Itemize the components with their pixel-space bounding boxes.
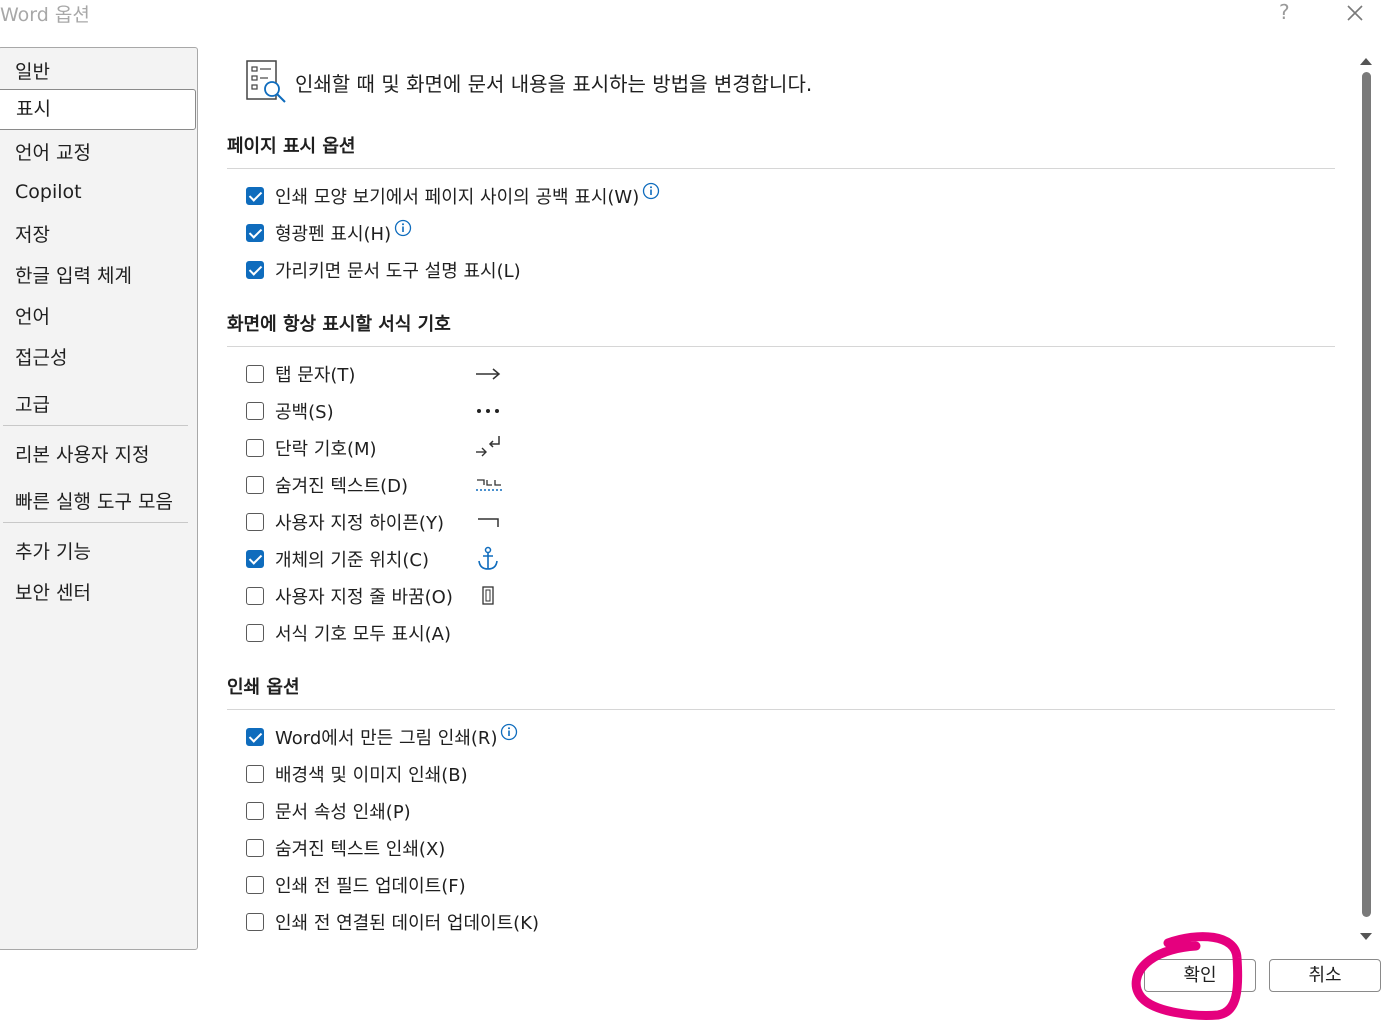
option-spaces[interactable]: 공백(S) bbox=[246, 400, 334, 423]
line-break-icon bbox=[482, 586, 494, 605]
ok-button[interactable]: 확인 bbox=[1144, 959, 1256, 992]
sidebar-item-save[interactable]: 저장 bbox=[15, 220, 50, 247]
sidebar-item-proofing[interactable]: 언어 교정 bbox=[15, 138, 91, 165]
anchor-icon bbox=[478, 546, 498, 570]
option-label: 숨겨진 텍스트(D) bbox=[275, 476, 408, 497]
section-divider bbox=[227, 168, 1335, 169]
checkbox[interactable] bbox=[246, 839, 264, 857]
paragraph-mark-icon bbox=[476, 436, 500, 457]
option-hidden-text[interactable]: 숨겨진 텍스트(D) bbox=[246, 474, 408, 497]
sidebar-item-customize-ribbon[interactable]: 리본 사용자 지정 bbox=[15, 440, 149, 467]
info-icon[interactable] bbox=[642, 182, 660, 200]
display-options-icon bbox=[246, 60, 286, 103]
option-label: 탭 문자(T) bbox=[275, 365, 356, 386]
option-update-fields[interactable]: 인쇄 전 필드 업데이트(F) bbox=[246, 874, 466, 897]
checkbox[interactable] bbox=[246, 802, 264, 820]
sidebar-item-add-ins[interactable]: 추가 기능 bbox=[15, 537, 91, 564]
option-label: 인쇄 모양 보기에서 페이지 사이의 공백 표시(W) bbox=[275, 187, 640, 208]
option-label: 배경색 및 이미지 인쇄(B) bbox=[275, 765, 468, 786]
option-label: 공백(S) bbox=[275, 402, 334, 423]
option-label: 사용자 지정 하이픈(Y) bbox=[275, 513, 444, 534]
sidebar-item-advanced[interactable]: 고급 bbox=[15, 390, 50, 417]
sidebar-separator bbox=[3, 522, 188, 523]
option-label: 개체의 기준 위치(C) bbox=[275, 550, 429, 571]
cancel-button[interactable]: 취소 bbox=[1269, 959, 1381, 992]
option-label: 서식 기호 모두 표시(A) bbox=[275, 624, 452, 645]
option-tab-characters[interactable]: 탭 문자(T) bbox=[246, 363, 356, 386]
checkbox[interactable] bbox=[246, 513, 264, 531]
info-icon[interactable] bbox=[394, 219, 412, 237]
space-dots-icon bbox=[477, 409, 499, 413]
option-label: 숨겨진 텍스트 인쇄(X) bbox=[275, 839, 446, 860]
checkbox[interactable] bbox=[246, 224, 264, 242]
section-divider bbox=[227, 346, 1335, 347]
section-title-page-display: 페이지 표시 옵션 bbox=[227, 136, 356, 157]
sidebar-separator bbox=[3, 425, 188, 426]
option-label: 인쇄 전 연결된 데이터 업데이트(K) bbox=[275, 913, 540, 934]
option-update-linked-data[interactable]: 인쇄 전 연결된 데이터 업데이트(K) bbox=[246, 911, 540, 934]
checkbox[interactable] bbox=[246, 402, 264, 420]
sidebar-item-korean-ime[interactable]: 한글 입력 체계 bbox=[15, 261, 132, 288]
checkbox[interactable] bbox=[246, 587, 264, 605]
option-label: 사용자 지정 줄 바꿈(O) bbox=[275, 587, 453, 608]
option-label: 문서 속성 인쇄(P) bbox=[275, 802, 411, 823]
option-label: 가리키면 문서 도구 설명 표시(L) bbox=[275, 261, 521, 282]
sidebar-item-language[interactable]: 언어 bbox=[15, 302, 50, 329]
option-label: 형광펜 표시(H) bbox=[275, 224, 392, 245]
checkbox[interactable] bbox=[246, 876, 264, 894]
sidebar: 일반 표시 언어 교정 Copilot 저장 한글 입력 체계 언어 접근성 고… bbox=[0, 47, 198, 950]
checkbox[interactable] bbox=[246, 913, 264, 931]
sidebar-item-quick-access-toolbar[interactable]: 빠른 실행 도구 모음 bbox=[15, 487, 173, 514]
checkbox[interactable] bbox=[246, 765, 264, 783]
option-object-anchors[interactable]: 개체의 기준 위치(C) bbox=[246, 548, 429, 571]
checkbox[interactable] bbox=[246, 187, 264, 205]
checkbox[interactable] bbox=[246, 439, 264, 457]
checkbox[interactable] bbox=[246, 728, 264, 746]
option-label: 단락 기호(M) bbox=[275, 439, 377, 460]
checkbox[interactable] bbox=[246, 624, 264, 642]
option-optional-hyphens[interactable]: 사용자 지정 하이픈(Y) bbox=[246, 511, 444, 534]
option-show-whitespace[interactable]: 인쇄 모양 보기에서 페이지 사이의 공백 표시(W) bbox=[246, 182, 660, 208]
sidebar-item-display[interactable]: 표시 bbox=[0, 89, 196, 130]
optional-hyphen-icon bbox=[478, 518, 499, 527]
tab-arrow-icon bbox=[476, 368, 501, 380]
close-icon[interactable] bbox=[1344, 2, 1366, 24]
sidebar-item-general[interactable]: 일반 bbox=[15, 57, 50, 84]
scroll-down-icon[interactable] bbox=[1359, 932, 1373, 942]
window-title: Word 옵션 bbox=[0, 4, 90, 26]
option-label: Word에서 만든 그림 인쇄(R) bbox=[275, 728, 498, 749]
checkbox[interactable] bbox=[246, 476, 264, 494]
option-print-hidden-text[interactable]: 숨겨진 텍스트 인쇄(X) bbox=[246, 837, 446, 860]
section-divider bbox=[227, 709, 1335, 710]
scrollbar-thumb[interactable] bbox=[1362, 72, 1371, 917]
option-print-background[interactable]: 배경색 및 이미지 인쇄(B) bbox=[246, 763, 468, 786]
option-show-highlighter[interactable]: 형광펜 표시(H) bbox=[246, 219, 412, 245]
page-description: 인쇄할 때 및 화면에 문서 내용을 표시하는 방법을 변경합니다. bbox=[295, 72, 813, 96]
option-print-properties[interactable]: 문서 속성 인쇄(P) bbox=[246, 800, 411, 823]
checkbox[interactable] bbox=[246, 261, 264, 279]
sidebar-item-copilot[interactable]: Copilot bbox=[15, 181, 82, 203]
option-print-drawings[interactable]: Word에서 만든 그림 인쇄(R) bbox=[246, 723, 518, 749]
sidebar-item-trust-center[interactable]: 보안 센터 bbox=[15, 578, 91, 605]
option-show-all-marks[interactable]: 서식 기호 모두 표시(A) bbox=[246, 622, 452, 645]
checkbox[interactable] bbox=[246, 365, 264, 383]
hidden-text-icon bbox=[476, 479, 502, 491]
option-show-tooltips[interactable]: 가리키면 문서 도구 설명 표시(L) bbox=[246, 259, 521, 282]
option-line-break[interactable]: 사용자 지정 줄 바꿈(O) bbox=[246, 585, 453, 608]
sidebar-item-accessibility[interactable]: 접근성 bbox=[15, 343, 67, 370]
option-paragraph-marks[interactable]: 단락 기호(M) bbox=[246, 437, 377, 460]
section-title-formatting-marks: 화면에 항상 표시할 서식 기호 bbox=[227, 314, 451, 335]
option-label: 인쇄 전 필드 업데이트(F) bbox=[275, 876, 466, 897]
help-button[interactable]: ? bbox=[1279, 0, 1290, 24]
section-title-print: 인쇄 옵션 bbox=[227, 677, 300, 698]
scroll-up-icon[interactable] bbox=[1359, 56, 1373, 66]
info-icon[interactable] bbox=[500, 723, 518, 741]
checkbox[interactable] bbox=[246, 550, 264, 568]
